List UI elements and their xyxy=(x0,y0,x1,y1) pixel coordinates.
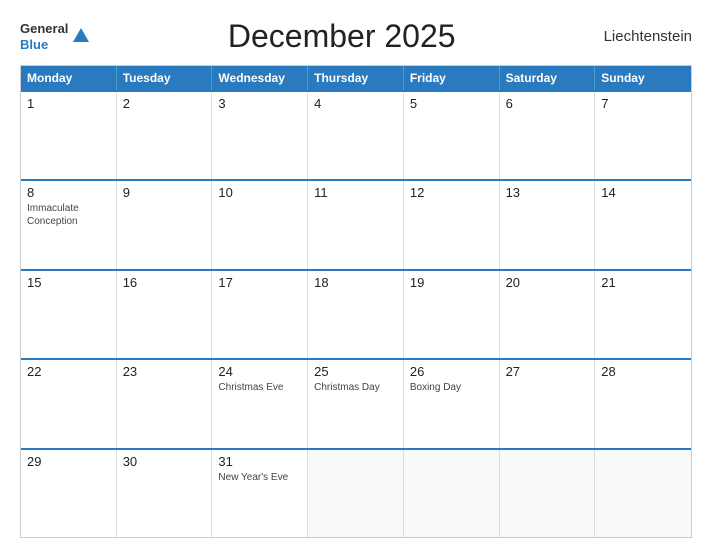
cal-cell: 25 Christmas Day xyxy=(308,360,404,447)
cal-cell xyxy=(500,450,596,537)
header-wednesday: Wednesday xyxy=(212,66,308,90)
day-number: 28 xyxy=(601,364,685,379)
cal-cell: 15 xyxy=(21,271,117,358)
day-number: 9 xyxy=(123,185,206,200)
cal-cell: 13 xyxy=(500,181,596,268)
day-number: 24 xyxy=(218,364,301,379)
day-number: 27 xyxy=(506,364,589,379)
day-number: 12 xyxy=(410,185,493,200)
cal-cell: 2 xyxy=(117,92,213,179)
logo-blue: Blue xyxy=(20,37,68,53)
day-number: 10 xyxy=(218,185,301,200)
cal-cell: 11 xyxy=(308,181,404,268)
day-number: 5 xyxy=(410,96,493,111)
day-number: 25 xyxy=(314,364,397,379)
cal-cell: 22 xyxy=(21,360,117,447)
cal-cell: 9 xyxy=(117,181,213,268)
day-number: 21 xyxy=(601,275,685,290)
cal-cell: 29 xyxy=(21,450,117,537)
cal-cell: 30 xyxy=(117,450,213,537)
calendar-week-5: 29 30 31 New Year's Eve xyxy=(21,448,691,537)
header-tuesday: Tuesday xyxy=(117,66,213,90)
day-number: 18 xyxy=(314,275,397,290)
cal-cell: 26 Boxing Day xyxy=(404,360,500,447)
day-number: 30 xyxy=(123,454,206,469)
day-number: 13 xyxy=(506,185,589,200)
cal-cell: 31 New Year's Eve xyxy=(212,450,308,537)
day-number: 19 xyxy=(410,275,493,290)
page: General Blue December 2025 Liechtenstein… xyxy=(0,0,712,550)
cal-cell: 21 xyxy=(595,271,691,358)
calendar-week-1: 1234567 xyxy=(21,90,691,179)
country-label: Liechtenstein xyxy=(592,28,692,45)
cal-cell xyxy=(308,450,404,537)
header-sunday: Sunday xyxy=(595,66,691,90)
cal-cell: 14 xyxy=(595,181,691,268)
cal-cell xyxy=(595,450,691,537)
logo: General Blue xyxy=(20,21,91,52)
cal-cell: 12 xyxy=(404,181,500,268)
day-number: 8 xyxy=(27,185,110,200)
cal-cell: 17 xyxy=(212,271,308,358)
day-number: 11 xyxy=(314,185,397,200)
cal-cell: 6 xyxy=(500,92,596,179)
header-monday: Monday xyxy=(21,66,117,90)
day-number: 16 xyxy=(123,275,206,290)
cal-cell: 16 xyxy=(117,271,213,358)
header: General Blue December 2025 Liechtenstein xyxy=(20,18,692,55)
cal-cell: 3 xyxy=(212,92,308,179)
calendar-week-4: 22 23 24 Christmas Eve 25 Christmas Day 26 Boxi… xyxy=(21,358,691,447)
day-number: 3 xyxy=(218,96,301,111)
cal-cell: 18 xyxy=(308,271,404,358)
day-number: 7 xyxy=(601,96,685,111)
calendar-week-3: 15 16 17 18 19 20 21 xyxy=(21,269,691,358)
header-thursday: Thursday xyxy=(308,66,404,90)
day-number: 20 xyxy=(506,275,589,290)
month-title: December 2025 xyxy=(91,18,592,55)
day-number: 29 xyxy=(27,454,110,469)
cal-cell: 10 xyxy=(212,181,308,268)
header-friday: Friday xyxy=(404,66,500,90)
day-number: 1 xyxy=(27,96,110,111)
holiday-label: New Year's Eve xyxy=(218,471,301,484)
cal-cell: 5 xyxy=(404,92,500,179)
logo-general: General xyxy=(20,21,68,37)
day-number: 26 xyxy=(410,364,493,379)
cal-cell: 1 xyxy=(21,92,117,179)
cal-cell: 23 xyxy=(117,360,213,447)
holiday-label: Christmas Day xyxy=(314,381,397,394)
cal-cell: 20 xyxy=(500,271,596,358)
day-number: 4 xyxy=(314,96,397,111)
holiday-label: Boxing Day xyxy=(410,381,493,394)
cal-cell: 24 Christmas Eve xyxy=(212,360,308,447)
holiday-label: Christmas Eve xyxy=(218,381,301,394)
day-number: 17 xyxy=(218,275,301,290)
day-number: 14 xyxy=(601,185,685,200)
cal-cell: 7 xyxy=(595,92,691,179)
cal-cell: 8 Immaculate Conception xyxy=(21,181,117,268)
day-number: 22 xyxy=(27,364,110,379)
cal-cell: 19 xyxy=(404,271,500,358)
calendar-week-2: 8 Immaculate Conception 9 10 11 12 13 14 xyxy=(21,179,691,268)
holiday-label: Immaculate Conception xyxy=(27,202,110,228)
day-number: 31 xyxy=(218,454,301,469)
day-number: 23 xyxy=(123,364,206,379)
cal-cell: 4 xyxy=(308,92,404,179)
header-saturday: Saturday xyxy=(500,66,596,90)
calendar-body: 12345678Immaculate Conception91011121314… xyxy=(21,90,691,537)
day-number: 15 xyxy=(27,275,110,290)
calendar: Monday Tuesday Wednesday Thursday Friday… xyxy=(20,65,692,538)
cal-cell: 27 xyxy=(500,360,596,447)
logo-icon xyxy=(71,26,91,46)
calendar-header: Monday Tuesday Wednesday Thursday Friday… xyxy=(21,66,691,90)
day-number: 2 xyxy=(123,96,206,111)
day-number: 6 xyxy=(506,96,589,111)
cal-cell xyxy=(404,450,500,537)
cal-cell: 28 xyxy=(595,360,691,447)
